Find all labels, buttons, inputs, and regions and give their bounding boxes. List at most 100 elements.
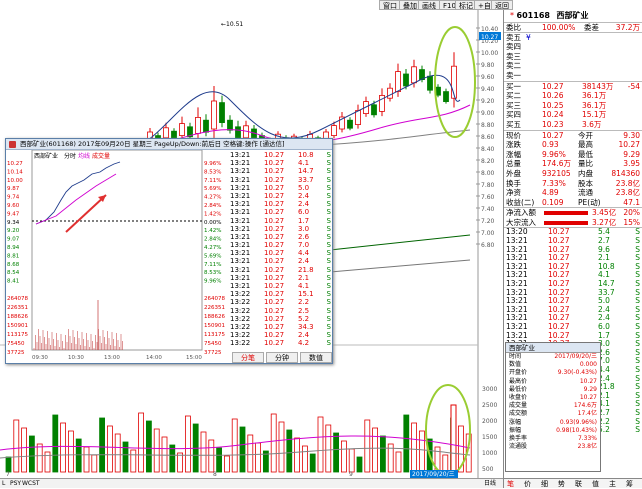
sell-row[interactable]: 卖四 [504, 42, 642, 52]
stat-label: 现价 [506, 130, 521, 140]
flow-row: 净流入额 3.45亿 20% [504, 208, 642, 218]
popup-tick-row: 13:21 10.27 1.7 S [230, 217, 333, 225]
volume-bar [60, 422, 66, 473]
panel-tab[interactable]: 势 [558, 479, 565, 488]
tick-time: 13:21 [230, 224, 251, 233]
tick-price: 10.27 [264, 306, 285, 315]
bar-info-window[interactable]: 西部矿业 时间 2017/09/20/三 数值 0.000 开盘价 9.30(-0.43%… [505, 342, 601, 472]
tick-time: 13:21 [230, 167, 251, 176]
price-axis-label: 6.80 [481, 242, 495, 249]
buy-row[interactable]: 买三 10.25 36.1万 [504, 101, 642, 111]
sell-row[interactable]: 卖一 [504, 71, 642, 81]
volume-axis-label: 1500 [482, 434, 497, 441]
candle [355, 110, 361, 125]
tick-price: 10.27 [264, 175, 285, 184]
popup-tick-row: 13:21 10.27 2.4 S [230, 192, 333, 200]
toolbar-tab[interactable]: 画线 [418, 0, 440, 10]
volume-bar [52, 414, 59, 473]
info-value: 7.33% [577, 434, 597, 442]
popup-time-label: 10:30 [68, 355, 84, 361]
buy-price: 10.24 [542, 110, 564, 120]
popup-tab-button[interactable]: 分笔 [232, 352, 264, 363]
panel-tab[interactable]: 笔 [507, 479, 514, 488]
popup-tick-row: 13:22 10.27 34.3 S [230, 323, 333, 331]
sell-row[interactable]: 卖三 [504, 52, 642, 62]
volume-bar [364, 419, 371, 473]
tick-time: 13:21 [230, 159, 251, 168]
buy-volume: 38143万 [582, 81, 614, 91]
popup-title-bar[interactable]: 西部矿业(601168) 2017年09月20日 星期三 PageUp/Down… [6, 139, 332, 150]
info-row: 换手率 7.33% [506, 435, 600, 443]
price-axis-label: 9.40 [481, 86, 495, 93]
popup-right-axis-label: 7.11% [204, 178, 221, 184]
candle [211, 100, 217, 130]
tick-flag: S [326, 306, 331, 315]
price-axis-label: 8.80 [481, 122, 495, 129]
panel-tab[interactable]: 值 [592, 479, 599, 488]
sell-row[interactable]: 卖二 [504, 61, 642, 71]
price-axis-label: 10.40 [481, 26, 498, 33]
popup-right-axis-label: 8.53% [204, 169, 221, 175]
popup-left-axis-label: 226351 [7, 305, 28, 311]
tick-flag: S [326, 216, 331, 225]
tick-volume: 1.7 [298, 216, 310, 225]
tick-price: 10.27 [264, 216, 285, 225]
popup-right-axis-label: 0.00% [204, 220, 221, 226]
stat-value: 23.8亿 [615, 178, 640, 188]
tick-price: 10.27 [264, 183, 285, 192]
buy-label: 买二 [506, 91, 521, 101]
panel-tab[interactable]: 价 [524, 479, 531, 488]
tick-volume: 15.1 [298, 290, 314, 299]
popup-tab-button[interactable]: 分钟 [266, 352, 298, 363]
info-title: 西部矿业 [506, 343, 600, 353]
buy-row[interactable]: 买五 10.23 3.6万 [504, 120, 642, 130]
volume-bar [91, 454, 98, 473]
stat-value: 0.93 [542, 140, 559, 150]
tick-flag: S [326, 241, 331, 250]
tick-time: 13:21 [230, 175, 251, 184]
tick-flag: S [635, 425, 640, 435]
popup-left-axis-label: 188626 [7, 314, 28, 320]
popup-right-axis-label: 2.84% [204, 237, 221, 243]
flow-label: 净流入额 [506, 208, 536, 218]
stock-code: 601168 [516, 11, 550, 20]
sell-label: 卖四 [506, 42, 521, 52]
toolbar-tab[interactable]: 窗口 [379, 0, 401, 10]
sell-row[interactable]: 卖五 ¥ [504, 33, 642, 43]
info-label: 振幅 [509, 426, 522, 434]
popup-tab-button[interactable]: 数值 [300, 352, 332, 363]
popup-chart-sub: 均线 [78, 152, 90, 160]
tick-price: 10.27 [264, 159, 285, 168]
buy-row[interactable]: 买四 10.24 15.1万 [504, 110, 642, 120]
popup-left-axis-label: 10.14 [7, 169, 23, 175]
intraday-popup[interactable]: 西部矿业(601168) 2017年09月20日 星期三 PageUp/Down… [5, 138, 333, 364]
popup-time-label: 13:00 [104, 355, 120, 361]
sell-extra: ¥ [526, 32, 531, 42]
panel-tab[interactable]: 主 [609, 479, 616, 488]
volume-bar [450, 404, 457, 473]
tick-flag: S [326, 224, 331, 233]
buy-label: 买一 [506, 81, 521, 91]
stat-value: 9.30 [623, 130, 640, 140]
tick-volume: 4.1 [298, 282, 310, 290]
panel-tab[interactable]: 细 [541, 479, 548, 488]
stat-label: 今开 [578, 130, 593, 140]
tick-flag: S [326, 314, 331, 323]
intraday-chart[interactable]: 西部矿业 分时 均线 成交量 10.27 10.14 10.00 9.87 9.74 9.60 9.… [6, 150, 228, 364]
flow-label: 大宗流入 [506, 217, 536, 227]
popup-tick-row: 13:22 10.27 5.2 S [230, 315, 333, 323]
toolbar-tab[interactable]: 返回 [491, 0, 513, 10]
popup-right-axis-label: 4.27% [204, 245, 221, 251]
panel-tab[interactable]: 联 [575, 479, 582, 488]
volume-bar [278, 421, 285, 473]
info-label: 流通股 [509, 443, 528, 451]
panel-tab[interactable]: 筹 [626, 479, 633, 488]
info-value: 17.4亿 [577, 410, 597, 418]
buy-row[interactable]: 买一 10.27 38143万 -54 [504, 82, 642, 92]
popup-chart-sub: 成交量 [92, 152, 110, 160]
popup-tick-row: 13:22 10.27 2.4 S [230, 331, 333, 339]
buy-row[interactable]: 买二 10.26 36.1万 [504, 91, 642, 101]
popup-time-label: 14:00 [146, 355, 162, 361]
popup-tick-row: 13:21 10.27 5.0 S [230, 184, 333, 192]
popup-tick-row: 13:21 10.27 4.4 S [230, 249, 333, 257]
